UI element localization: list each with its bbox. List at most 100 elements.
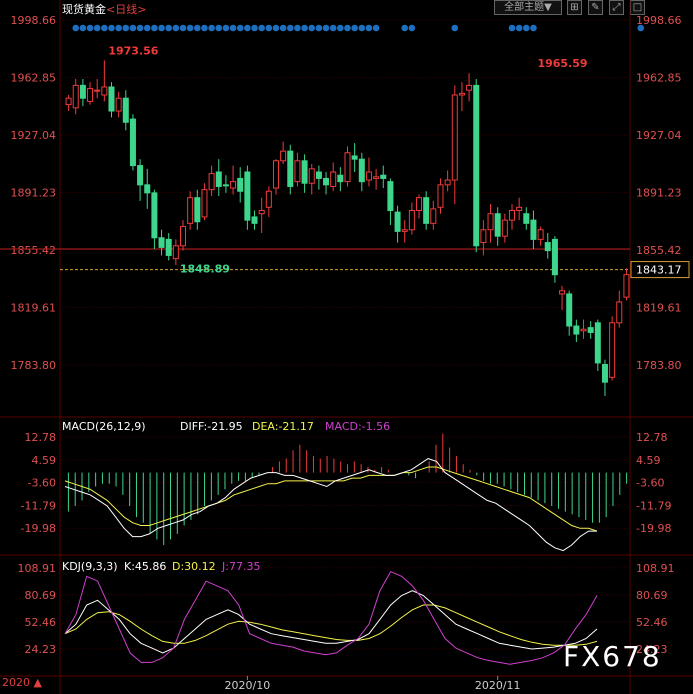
kdj-k-label: K:45.86	[124, 560, 166, 573]
candle-body	[537, 229, 544, 240]
event-dot	[294, 24, 301, 32]
y-tick-label: -19.98	[21, 522, 56, 535]
kdj-d-line	[64, 604, 598, 646]
candle-body	[201, 189, 208, 218]
candle-body	[516, 206, 523, 212]
event-dot	[215, 24, 223, 32]
event-dot	[115, 24, 122, 32]
event-dot	[401, 24, 409, 32]
candle-body	[437, 184, 444, 208]
y-tick-label: 1927.04	[11, 129, 57, 142]
candle-body	[180, 226, 187, 247]
event-dot	[372, 24, 380, 32]
event-dot	[165, 24, 173, 32]
candle-body	[466, 84, 473, 91]
event-dot	[136, 24, 144, 32]
event-dot	[86, 24, 94, 32]
candle-body	[230, 181, 237, 189]
price-annotation: 1973.56	[108, 44, 158, 57]
y-tick-label: 1819.61	[636, 301, 682, 314]
event-dot	[101, 24, 108, 32]
event-dot	[272, 24, 280, 32]
candle-body	[416, 197, 423, 212]
candle-body	[373, 176, 380, 179]
y-tick-label: 52.46	[636, 616, 668, 629]
event-dot	[451, 24, 459, 32]
event-dot	[72, 24, 80, 32]
y-tick-label: 1783.80	[636, 359, 682, 372]
y-tick-label: 24.23	[25, 643, 57, 656]
candle-body	[158, 237, 165, 248]
candle-body	[587, 327, 594, 333]
y-tick-label: 1819.61	[11, 301, 57, 314]
y-tick-label: 108.91	[18, 562, 57, 575]
candle-body	[72, 84, 79, 109]
candle-body	[601, 364, 608, 383]
candle-body	[337, 174, 344, 183]
watermark: FX678	[563, 640, 662, 673]
event-dot	[244, 24, 251, 32]
macd-diff-line	[64, 458, 597, 552]
kdj-j-label: J:77.35	[221, 560, 260, 573]
candle-body	[473, 84, 480, 247]
event-dot	[201, 24, 208, 32]
candle-body	[551, 238, 558, 276]
candle-body	[559, 290, 566, 295]
chart-canvas[interactable]: 1998.66 1998.66 1962.85 1962.85 1927.04 1927.…	[0, 0, 693, 694]
event-dot	[365, 24, 373, 32]
candle-body	[272, 160, 279, 189]
event-dot	[301, 24, 308, 32]
event-dot	[344, 24, 351, 32]
kdj-title: KDJ(9,3,3)	[62, 560, 118, 573]
event-dot	[93, 24, 101, 32]
event-dot	[194, 24, 201, 32]
y-tick-label: 1962.85	[636, 72, 682, 85]
candle-body	[480, 229, 487, 244]
y-tick-label: -19.98	[636, 522, 671, 535]
y-tick-label: 52.46	[25, 616, 57, 629]
candle-body	[401, 229, 408, 232]
candle-body	[358, 158, 365, 183]
y-tick-label: 1962.85	[11, 72, 57, 85]
candle-body	[387, 181, 394, 212]
event-dot	[637, 24, 645, 32]
event-dot	[279, 24, 287, 32]
event-dot	[337, 24, 344, 32]
candle-body	[94, 89, 101, 92]
y-tick-label: 1998.66	[11, 14, 57, 27]
event-dot	[530, 24, 537, 32]
y-tick-label: 12.78	[636, 431, 668, 444]
candle-body	[115, 97, 122, 112]
y-tick-label: 1927.04	[636, 129, 682, 142]
year-scroll-control[interactable]: 2020 ▲	[2, 676, 42, 689]
candle-body	[380, 174, 387, 179]
y-tick-label: -3.60	[28, 477, 56, 490]
event-dot	[179, 24, 187, 32]
kdj-d-label: D:30.12	[172, 560, 216, 573]
event-dot	[186, 24, 194, 32]
event-dot	[108, 24, 115, 32]
y-tick-label: -11.79	[636, 499, 671, 512]
event-dot	[408, 24, 416, 32]
candle-body	[458, 92, 465, 96]
y-tick-label: 4.59	[636, 454, 661, 467]
event-dot	[515, 24, 523, 32]
event-dot	[265, 24, 273, 32]
candle-body	[172, 245, 179, 260]
event-dot	[151, 24, 158, 32]
y-tick-label: 4.59	[32, 454, 57, 467]
candle-body	[101, 86, 108, 96]
candle-body	[151, 192, 158, 239]
candle-body	[451, 94, 458, 181]
candle-body	[408, 210, 415, 231]
y-tick-label: 1855.42	[636, 244, 682, 257]
candle-body	[444, 179, 451, 186]
candle-body	[137, 165, 144, 186]
event-dot	[229, 24, 237, 32]
y-tick-label: 80.69	[636, 589, 668, 602]
candle-body	[108, 86, 115, 112]
candle-body	[308, 168, 315, 184]
candle-body	[330, 171, 337, 187]
y-tick-label: 1783.80	[11, 359, 57, 372]
candle-body	[315, 171, 322, 179]
